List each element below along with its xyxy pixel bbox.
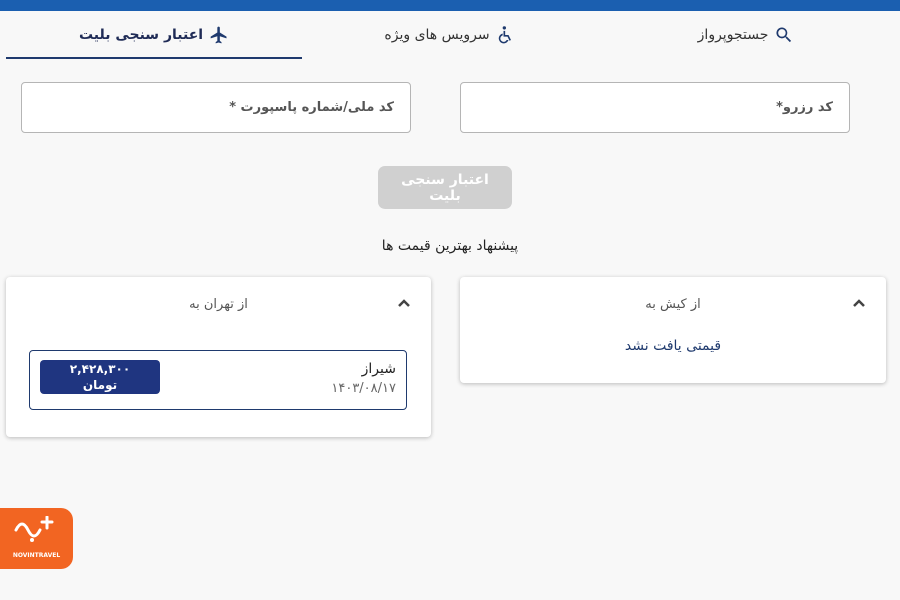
fare-item[interactable]: شیراز ۱۴۰۳/۰۸/۱۷ ۲,۴۲۸,۳۰۰ تومان [29,350,407,410]
reserve-code-input[interactable] [461,83,849,132]
tab-label: جستجوپرواز [697,27,769,43]
wheelchair-icon [498,26,511,44]
collapse-button[interactable] [852,295,866,309]
price-value: ۲,۴۲۸,۳۰۰ [69,362,131,376]
logo-text: NOVINTRAVEL [12,552,61,559]
airplane-icon [210,26,227,44]
top-bar [0,0,900,11]
flight-date: ۱۴۰۳/۰۸/۱۷ [331,381,396,396]
reserve-code-field[interactable] [460,82,850,133]
tab-label: سرویس های ویژه [384,27,490,43]
collapse-button[interactable] [397,295,411,309]
validate-ticket-button[interactable]: اعتبار سنجی بلیت [378,166,512,209]
tab-flight-search[interactable]: جستجوپرواز [598,11,894,59]
tab-label: اعتبار سنجی بلیت [78,27,204,43]
national-id-input[interactable] [22,83,410,132]
search-icon [776,27,792,43]
chevron-up-icon [853,299,865,307]
price-currency: تومان [82,378,118,392]
logo-mark-icon [14,516,54,542]
best-price-title: پیشنهاد بهترین قیمت ها [381,238,519,254]
destination-city: شیراز [361,361,396,377]
from-kish-card: از کیش به قیمتی یافت نشد [460,277,886,383]
tab-bar: جستجوپرواز سرویس های ویژه اعتبار سنجی بل… [6,11,894,59]
novintravel-logo: NOVINTRAVEL [0,508,73,569]
no-price-text: قیمتی یافت نشد [624,338,722,354]
card-header: از تهران به [189,297,248,312]
card-header: از کیش به [645,297,701,312]
from-tehran-card: از تهران به شیراز ۱۴۰۳/۰۸/۱۷ ۲,۴۲۸,۳۰۰ ت… [6,277,431,437]
chevron-up-icon [398,299,410,307]
tab-ticket-validation[interactable]: اعتبار سنجی بلیت [6,11,302,59]
national-id-field[interactable] [21,82,411,133]
tab-special-services[interactable]: سرویس های ویژه [302,11,598,59]
price-badge: ۲,۴۲۸,۳۰۰ تومان [40,360,160,394]
